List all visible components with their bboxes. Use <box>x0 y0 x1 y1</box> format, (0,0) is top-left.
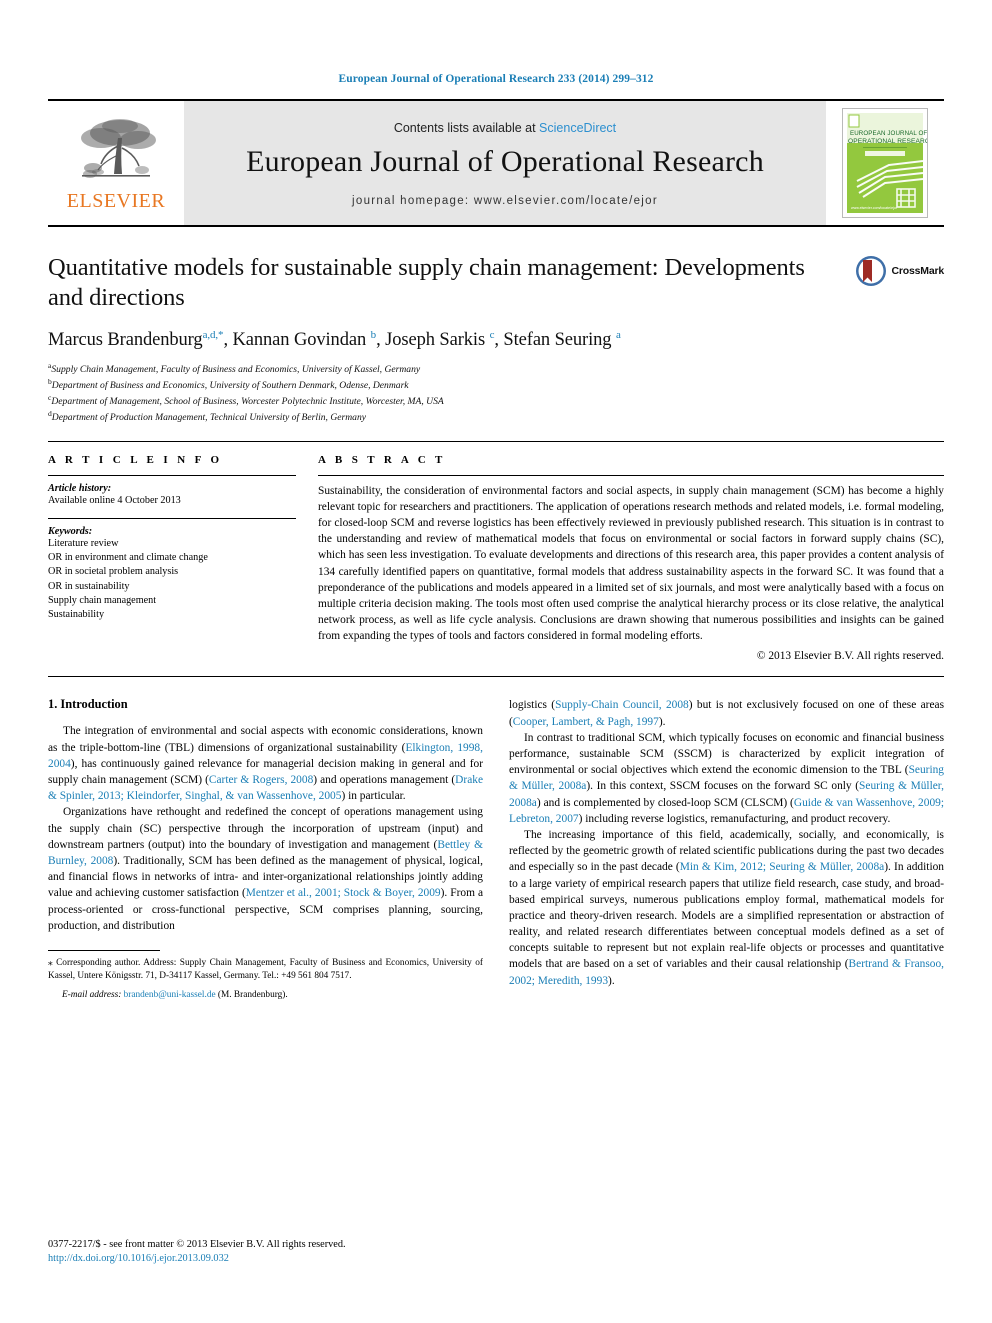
crossmark-label: CrossMark <box>891 265 945 277</box>
body-text: ). In this context, SSCM focuses on the … <box>586 780 860 793</box>
article-history-label: Article history: <box>48 482 112 494</box>
abstract-bottom-divider <box>48 676 944 678</box>
svg-text:EUROPEAN JOURNAL OF: EUROPEAN JOURNAL OF <box>850 130 927 137</box>
citation-link[interactable]: Carter & Rogers, 2008 <box>209 774 313 786</box>
affiliation-b: bDepartment of Business and Economics, U… <box>48 377 944 393</box>
citation-link[interactable]: Cooper, Lambert, & Pagh, 1997 <box>513 716 659 728</box>
running-head: European Journal of Operational Research… <box>338 73 654 85</box>
title-block: Quantitative models for sustainable supp… <box>48 253 944 425</box>
sciencedirect-link[interactable]: ScienceDirect <box>539 121 616 135</box>
abstract-heading: A B S T R A C T <box>318 453 446 466</box>
crossmark-badge[interactable]: CrossMark <box>855 255 944 287</box>
journal-cover-thumbnail: EUROPEAN JOURNAL OF OPERATIONAL RESEARCH <box>842 108 928 218</box>
body-text: logistics ( <box>509 699 556 712</box>
issn-copyright-line: 0377-2217/$ - see front matter © 2013 El… <box>48 1239 346 1250</box>
citation-link[interactable]: Min & Kim, 2012; Seuring & Müller, 2008a <box>680 861 885 873</box>
body-text: ) and is complemented by closed-loop SCM… <box>536 796 794 809</box>
body-text: ). In addition to a large variety of emp… <box>509 861 945 971</box>
keyword-item: Literature review <box>48 537 119 549</box>
paragraph: The integration of environmental and soc… <box>48 723 483 804</box>
keyword-item: OR in societal problem analysis <box>48 566 179 578</box>
abstract-text: Sustainability, the consideration of env… <box>318 484 944 643</box>
publisher-logo: ELSEVIER <box>48 101 184 225</box>
paper-page: European Journal of Operational Research… <box>0 0 992 1323</box>
article-info-heading: A R T I C L E I N F O <box>48 453 223 466</box>
article-history-block: Article history: Available online 4 Octo… <box>48 483 296 508</box>
svg-text:OPERATIONAL RESEARCH: OPERATIONAL RESEARCH <box>848 138 927 145</box>
corresponding-author-note: ⁎ Corresponding author. Address: Supply … <box>48 957 483 982</box>
keyword-item: OR in sustainability <box>48 580 130 592</box>
keyword-item: Sustainability <box>48 609 105 621</box>
crossmark-icon <box>855 256 886 286</box>
body-text: ) and operations management ( <box>313 774 456 787</box>
keyword-item: Supply chain management <box>48 595 157 606</box>
journal-cover-wrap: EUROPEAN JOURNAL OF OPERATIONAL RESEARCH <box>826 101 944 225</box>
article-history-value: Available online 4 October 2013 <box>48 494 181 506</box>
citation-link[interactable]: Supply-Chain Council, 2008 <box>555 699 689 711</box>
footer-meta: 0377-2217/$ - see front matter © 2013 El… <box>48 1238 346 1266</box>
journal-title: European Journal of Operational Research <box>246 145 764 178</box>
footnote-area: ⁎ Corresponding author. Address: Supply … <box>48 949 483 1002</box>
journal-cover-art: EUROPEAN JOURNAL OF OPERATIONAL RESEARCH <box>843 109 927 217</box>
affiliation-text: Department of Management, School of Busi… <box>51 396 444 408</box>
keyword-item: OR in environment and climate change <box>48 552 208 564</box>
article-info-column: A R T I C L E I N F O Article history: A… <box>48 454 296 663</box>
paragraph: Organizations have rethought and redefin… <box>48 804 483 934</box>
doi-link[interactable]: http://dx.doi.org/10.1016/j.ejor.2013.09… <box>48 1252 346 1266</box>
masthead-center: Contents lists available at ScienceDirec… <box>184 101 826 225</box>
affiliation-a: aSupply Chain Management, Faculty of Bus… <box>48 361 944 377</box>
article-info-rule <box>48 474 296 476</box>
body-columns: 1. Introduction The integration of envir… <box>48 697 944 1002</box>
journal-masthead: ELSEVIER Contents lists available at Sci… <box>48 99 944 227</box>
abstract-copyright: © 2013 Elsevier B.V. All rights reserved… <box>756 650 944 663</box>
paragraph: The increasing importance of this field,… <box>509 827 944 989</box>
email-link[interactable]: brandenb@uni-kassel.de <box>124 990 216 1000</box>
body-text: In contrast to traditional SCM, which ty… <box>509 731 944 777</box>
affiliation-text: Supply Chain Management, Faculty of Busi… <box>51 364 421 376</box>
body-text: ). <box>608 974 615 987</box>
abstract-column: A B S T R A C T Sustainability, the cons… <box>318 453 944 663</box>
svg-text:www.elsevier.com/locate/ejor: www.elsevier.com/locate/ejor <box>851 206 898 210</box>
paragraph: In contrast to traditional SCM, which ty… <box>509 730 944 827</box>
abstract-rule <box>318 474 944 476</box>
body-text: ) including reverse logistics, remanufac… <box>578 812 891 825</box>
body-column-right: logistics (Supply-Chain Council, 2008) b… <box>509 697 944 1002</box>
email-label: E-mail address: <box>62 989 122 1000</box>
keywords-label: Keywords: <box>48 525 93 537</box>
body-text: ) in particular. <box>341 790 406 803</box>
body-column-left: 1. Introduction The integration of envir… <box>48 697 483 1002</box>
affiliation-list: aSupply Chain Management, Faculty of Bus… <box>48 361 944 424</box>
body-text: ). <box>658 715 666 728</box>
affiliation-text: Department of Business and Economics, Un… <box>51 380 409 392</box>
affiliation-d: dDepartment of Production Management, Te… <box>48 409 944 425</box>
affiliation-text: Department of Production Management, Tec… <box>51 411 367 423</box>
citation-link[interactable]: Mentzer et al., 2001; Stock & Boyer, 200… <box>246 887 441 899</box>
footnote-rule <box>48 949 160 951</box>
info-abstract-section: A R T I C L E I N F O Article history: A… <box>48 442 944 663</box>
body-text: Organizations have rethought and redefin… <box>48 806 483 851</box>
keywords-block: Keywords: Literature review OR in enviro… <box>48 526 296 623</box>
journal-homepage[interactable]: journal homepage: www.elsevier.com/locat… <box>352 195 658 207</box>
email-note: E-mail address: brandenb@uni-kassel.de (… <box>48 989 483 1002</box>
elsevier-tree-icon <box>81 118 156 178</box>
affiliation-c: cDepartment of Management, School of Bus… <box>48 393 944 409</box>
email-suffix: (M. Brandenburg). <box>215 989 288 1000</box>
author-list: Marcus Brandenburga,d,*, Kannan Govindan… <box>48 329 621 351</box>
keywords-rule <box>48 517 296 519</box>
contents-available-line: Contents lists available at ScienceDirec… <box>394 121 616 135</box>
elsevier-wordmark: ELSEVIER <box>66 189 166 212</box>
section-heading-introduction: 1. Introduction <box>48 697 128 712</box>
contents-prefix: Contents lists available at <box>393 121 540 135</box>
paragraph: logistics (Supply-Chain Council, 2008) b… <box>509 697 944 729</box>
page-title: Quantitative models for sustainable supp… <box>48 254 805 312</box>
